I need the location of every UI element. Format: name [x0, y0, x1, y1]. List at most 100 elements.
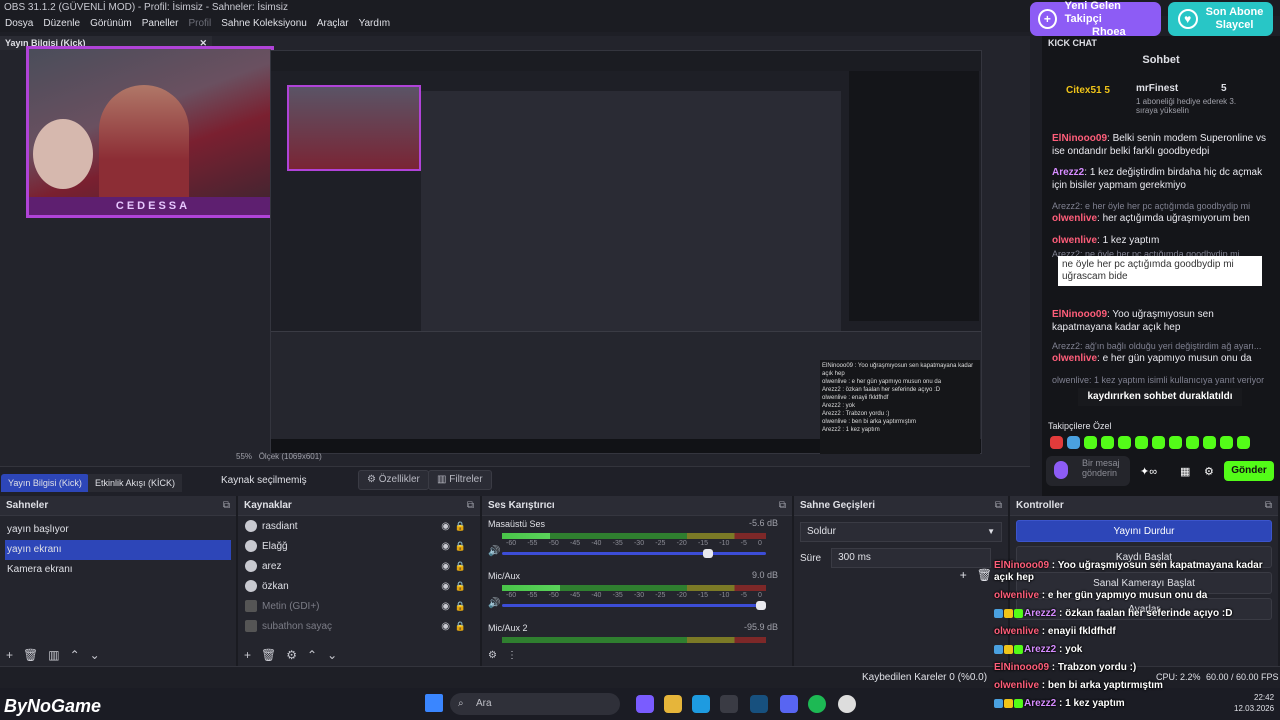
menu-profile[interactable]: Profil — [188, 16, 211, 32]
store-icon[interactable] — [720, 695, 738, 713]
eye-icon[interactable]: ◉ — [441, 561, 450, 572]
trash-icon[interactable]: 🗑 — [23, 648, 38, 662]
chat-username[interactable]: ElNinooo09 — [1052, 309, 1107, 320]
gear-icon[interactable]: ⚙ — [1204, 465, 1214, 478]
emote[interactable] — [1220, 436, 1233, 449]
lock-icon[interactable]: 🔒 — [455, 541, 466, 552]
undock-icon[interactable]: ⧉ — [995, 496, 1002, 516]
chat-message[interactable]: olwenlive: 1 kez yaptım — [1052, 234, 1272, 247]
add-icon[interactable]: + — [244, 648, 251, 662]
mic-icon[interactable] — [1054, 461, 1068, 479]
arrow-up-icon[interactable]: ⌃ — [70, 648, 80, 662]
edge-icon[interactable] — [692, 695, 710, 713]
lock-icon[interactable]: 🔒 — [455, 621, 466, 632]
volume-slider[interactable] — [502, 549, 766, 558]
filters-button[interactable]: ▥ Filtreler — [428, 470, 492, 490]
tab-activity-feed[interactable]: Etkinlik Akışı (KİCK) — [88, 474, 183, 492]
source-item[interactable]: Elağğ ◉ 🔒 — [238, 536, 480, 556]
eye-icon[interactable]: ◉ — [441, 601, 450, 612]
emote[interactable] — [1118, 436, 1131, 449]
gear-icon[interactable]: ⚙ — [286, 648, 297, 662]
emote[interactable] — [1152, 436, 1165, 449]
emote[interactable] — [1135, 436, 1148, 449]
scene-item[interactable]: yayın ekranı — [5, 540, 231, 560]
volume-knob[interactable] — [756, 601, 766, 610]
source-item[interactable]: subathon sayaç ◉ 🔒 — [238, 616, 480, 636]
transition-select[interactable]: Soldur ▼ — [800, 522, 1002, 542]
copilot-icon[interactable] — [636, 695, 654, 713]
emote[interactable] — [1169, 436, 1182, 449]
chat-message[interactable]: ElNinooo09: Belki senin modem Superonlin… — [1052, 132, 1272, 158]
chat-paused-banner[interactable]: kaydırırken sohbet duraklatıldı — [1078, 388, 1242, 406]
menu-dots-icon[interactable]: ⋮ — [507, 650, 517, 661]
undock-icon[interactable]: ⧉ — [223, 496, 230, 516]
emote[interactable] — [1050, 436, 1063, 449]
chat-message[interactable]: olwenlive: 1 kez yaptım isimli kullanıcı… — [1052, 374, 1272, 387]
chat-message[interactable]: Arezz2: 1 kez değiştirdim birdaha hiç dc… — [1052, 166, 1272, 192]
stop-stream-button[interactable]: Yayını Durdur — [1016, 520, 1272, 542]
send-button[interactable]: Gönder — [1224, 461, 1274, 481]
emote[interactable] — [1203, 436, 1216, 449]
emote[interactable] — [1101, 436, 1114, 449]
steam-icon[interactable] — [750, 695, 768, 713]
eye-icon[interactable]: ◉ — [441, 521, 450, 532]
folder-icon[interactable] — [664, 695, 682, 713]
menu-edit[interactable]: Düzenle — [43, 16, 80, 32]
source-item[interactable]: özkan ◉ 🔒 — [238, 576, 480, 596]
source-item[interactable]: Metin (GDI+) ◉ 🔒 — [238, 596, 480, 616]
emote[interactable] — [1237, 436, 1250, 449]
lock-icon[interactable]: 🔒 — [455, 521, 466, 532]
filter-icon[interactable]: ▥ — [48, 648, 59, 662]
chat-message[interactable]: olwenlive: e her gün yapmıyo musun onu d… — [1052, 352, 1272, 365]
store-icon[interactable]: ▦ — [1180, 465, 1190, 478]
lock-icon[interactable]: 🔒 — [455, 561, 466, 572]
menu-view[interactable]: Görünüm — [90, 16, 132, 32]
properties-button[interactable]: ⚙ Özellikler — [358, 470, 429, 490]
windows-start-icon[interactable] — [425, 694, 443, 712]
chat-username[interactable]: Arezz2 — [1052, 167, 1084, 178]
trash-icon[interactable]: 🗑 — [977, 568, 992, 582]
gear-icon[interactable]: ⚙ — [488, 650, 497, 661]
duration-field[interactable]: 300 ms — [831, 548, 992, 568]
menu-file[interactable]: Dosya — [5, 16, 33, 32]
chat-username[interactable]: olwenlive — [1052, 353, 1097, 364]
eye-icon[interactable]: ◉ — [441, 541, 450, 552]
chat-message[interactable]: olwenlive: her açtığımda uğraşmıyorum be… — [1052, 212, 1272, 225]
discord-icon[interactable] — [780, 695, 798, 713]
scene-item[interactable]: yayın başlıyor — [0, 520, 236, 540]
trash-icon[interactable]: 🗑 — [261, 648, 276, 662]
emote[interactable] — [1084, 436, 1097, 449]
volume-knob[interactable] — [703, 549, 714, 558]
add-icon[interactable]: + — [6, 648, 13, 662]
spotify-icon[interactable] — [808, 695, 826, 713]
source-item[interactable]: arez ◉ 🔒 — [238, 556, 480, 576]
undock-icon[interactable]: ⧉ — [779, 496, 786, 516]
speaker-icon[interactable]: 🔊 — [488, 598, 500, 609]
menu-help[interactable]: Yardım — [359, 16, 391, 32]
undock-icon[interactable]: ⧉ — [467, 496, 474, 516]
volume-slider[interactable] — [502, 601, 766, 610]
lock-icon[interactable]: 🔒 — [455, 601, 466, 612]
link-icon[interactable]: ✦∞ — [1140, 465, 1157, 478]
chat-username[interactable]: ElNinooo09 — [1052, 133, 1107, 144]
eye-icon[interactable]: ◉ — [441, 621, 450, 632]
eye-icon[interactable]: ◉ — [441, 581, 450, 592]
chat-message[interactable]: ElNinooo09: Yoo uğraşmıyosun sen kapatma… — [1052, 308, 1272, 334]
obs-icon[interactable] — [838, 695, 856, 713]
add-icon[interactable]: + — [960, 568, 967, 582]
arrow-down-icon[interactable]: ⌄ — [90, 648, 100, 662]
arrow-down-icon[interactable]: ⌄ — [327, 648, 337, 662]
emote[interactable] — [1067, 436, 1080, 449]
source-item[interactable]: rasdiant ◉ 🔒 — [238, 516, 480, 536]
menu-tools[interactable]: Araçlar — [317, 16, 349, 32]
chat-username[interactable]: olwenlive — [1052, 213, 1097, 224]
chat-username[interactable]: olwenlive — [1052, 235, 1097, 246]
webcam-source[interactable]: CEDESSA — [26, 46, 274, 218]
speaker-icon[interactable]: 🔊 — [488, 546, 500, 557]
scene-item[interactable]: Kamera ekranı — [0, 560, 236, 580]
undock-icon[interactable]: ⧉ — [1265, 496, 1272, 516]
tab-stream-info[interactable]: Yayın Bilgisi (Kick) — [1, 474, 89, 492]
taskbar-search[interactable]: ⌕ Ara — [450, 693, 620, 715]
arrow-up-icon[interactable]: ⌃ — [307, 648, 317, 662]
emote[interactable] — [1186, 436, 1199, 449]
